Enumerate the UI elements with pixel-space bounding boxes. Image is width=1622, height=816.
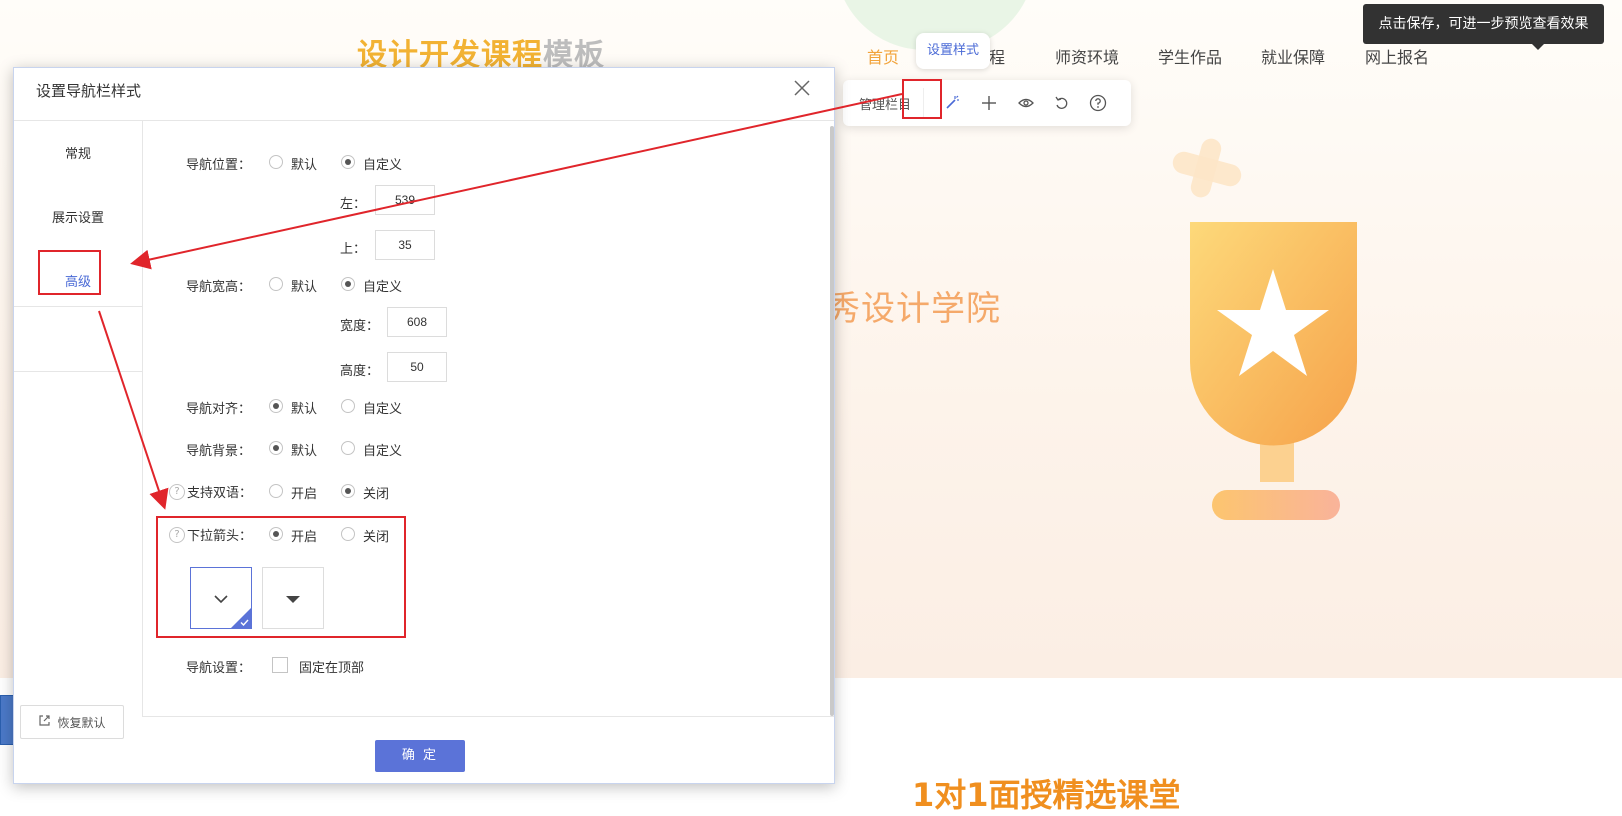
field-label-nav-setting: 导航设置：	[186, 661, 252, 676]
option-label: 默认	[291, 158, 318, 173]
sidebar-divider	[14, 371, 142, 372]
option-label: 默认	[291, 402, 318, 417]
side-widget-stub[interactable]	[0, 695, 14, 745]
fixed-top-label: 固定在顶部	[299, 661, 365, 676]
dialog-footer-divider	[142, 716, 834, 717]
dialog-sidebar: 常规 展示设置 高级 恢复默认	[14, 121, 143, 739]
annotation-box-dropdown-arrow	[156, 516, 406, 638]
help-icon[interactable]: ?	[169, 484, 185, 500]
section-title: 1对1面授精选课堂	[912, 776, 1181, 814]
radio-align-default[interactable]	[269, 399, 283, 413]
undo-icon[interactable]	[1047, 88, 1077, 118]
decorative-cross	[1172, 138, 1242, 198]
top-offset-input[interactable]	[375, 230, 435, 260]
field-label-size: 导航宽高：	[186, 280, 252, 295]
option-label: 默认	[291, 280, 318, 295]
nav-item-works[interactable]: 学生作品	[1158, 44, 1222, 68]
field-label-left: 左：	[340, 197, 367, 212]
field-label-position: 导航位置：	[186, 158, 252, 173]
close-icon[interactable]	[792, 78, 812, 98]
field-label-align: 导航对齐：	[186, 402, 252, 417]
column-toolbar: 管理栏目	[843, 80, 1131, 126]
radio-position-default[interactable]	[269, 155, 283, 169]
confirm-button[interactable]: 确 定	[375, 740, 465, 772]
radio-bilingual-on[interactable]	[269, 484, 283, 498]
field-label-width: 宽度：	[340, 319, 380, 334]
eye-icon[interactable]	[1011, 88, 1041, 118]
save-tooltip: 点击保存，可进一步预览查看效果	[1363, 4, 1604, 50]
set-style-pill[interactable]: 设置样式	[916, 33, 990, 69]
trophy-icon	[1185, 222, 1365, 522]
restore-default-label: 恢复默认	[57, 715, 106, 730]
dialog-scrollbar[interactable]	[830, 126, 834, 716]
annotation-box-style-tool	[902, 79, 942, 119]
nav-item-home[interactable]: 首页	[867, 44, 899, 68]
restore-icon	[38, 714, 51, 730]
dialog-title: 设置导航栏样式	[36, 82, 142, 100]
option-label: 默认	[291, 444, 318, 459]
help-icon[interactable]	[1083, 88, 1113, 118]
left-offset-input[interactable]	[375, 185, 435, 215]
radio-position-custom[interactable]	[341, 155, 355, 169]
radio-size-default[interactable]	[269, 277, 283, 291]
option-label: 自定义	[363, 280, 403, 295]
field-label-top: 上：	[340, 242, 367, 257]
radio-background-custom[interactable]	[341, 441, 355, 455]
field-label-background: 导航背景：	[186, 444, 252, 459]
tab-display-settings[interactable]: 展示设置	[14, 207, 142, 226]
nav-item-employment[interactable]: 就业保障	[1261, 44, 1325, 68]
plus-icon[interactable]	[974, 88, 1004, 118]
nav-style-dialog: 设置导航栏样式 常规 展示设置 高级 恢复默认 导航位置： 默认 自定义 左： …	[13, 67, 835, 784]
option-label: 关闭	[363, 487, 390, 502]
option-label: 自定义	[363, 402, 403, 417]
radio-background-default[interactable]	[269, 441, 283, 455]
sidebar-divider	[14, 306, 142, 307]
height-input[interactable]	[387, 352, 447, 382]
nav-item-signup[interactable]: 网上报名	[1365, 44, 1429, 68]
nav-item-faculty[interactable]: 师资环境	[1055, 44, 1119, 68]
radio-align-custom[interactable]	[341, 399, 355, 413]
annotation-box-advanced-tab	[38, 250, 101, 295]
field-label-bilingual: 支持双语：	[187, 486, 253, 501]
fixed-top-checkbox[interactable]	[272, 657, 288, 673]
option-label: 自定义	[363, 158, 403, 173]
radio-bilingual-off[interactable]	[341, 484, 355, 498]
radio-size-custom[interactable]	[341, 277, 355, 291]
option-label: 开启	[291, 487, 318, 502]
restore-default-button[interactable]: 恢复默认	[20, 705, 124, 739]
tab-general[interactable]: 常规	[14, 143, 142, 162]
width-input[interactable]	[387, 307, 447, 337]
field-label-height: 高度：	[340, 364, 380, 379]
hero-text: 秀设计学院	[826, 289, 1001, 329]
option-label: 自定义	[363, 444, 403, 459]
